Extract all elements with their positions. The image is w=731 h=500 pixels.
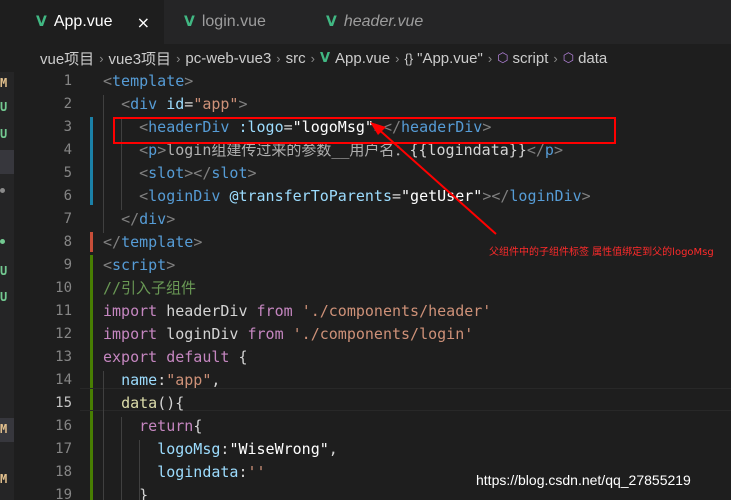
line-number: 19 — [55, 487, 72, 500]
chevron-right-icon: › — [276, 50, 281, 66]
vue-file-icon: V — [326, 14, 337, 30]
code-line-6: <loginDiv @transferToParents="getUser"><… — [139, 187, 591, 205]
line-number: 12 — [55, 326, 72, 342]
tab-app-vue[interactable]: V App.vue × — [0, 0, 164, 44]
code-line-9: <script> — [103, 256, 176, 274]
watermark: https://blog.csdn.net/qq_27855219 — [476, 472, 691, 488]
code-line-17: logoMsg:"WiseWrong", — [157, 440, 338, 458]
module-icon: {} — [404, 50, 414, 66]
line-number: 14 — [55, 372, 72, 388]
breadcrumb-item[interactable]: App.vue — [335, 50, 390, 67]
line-number: 17 — [55, 441, 72, 457]
line-number: 13 — [55, 349, 72, 365]
git-status-badge: M — [0, 422, 8, 436]
tab-label: login.vue — [201, 13, 266, 30]
breadcrumb-item[interactable]: "App.vue" — [417, 50, 483, 67]
line-number: 7 — [63, 211, 72, 227]
close-icon[interactable]: × — [137, 13, 150, 32]
code-line-14: name:"app", — [121, 371, 221, 389]
line-number: 3 — [63, 119, 72, 135]
git-status-badge: U — [0, 290, 8, 304]
chevron-right-icon: › — [310, 50, 315, 66]
line-number-current: 15 — [55, 395, 72, 411]
code-line-18: logindata:'' — [157, 463, 266, 481]
method-icon: ⬡ — [562, 50, 575, 65]
explorer-edge: M U U U U M M — [0, 72, 14, 500]
line-number: 9 — [63, 257, 72, 273]
tab-header-vue[interactable]: V header.vue — [316, 0, 466, 44]
code-line-10: //引入子组件 — [103, 279, 197, 297]
line-number: 2 — [63, 96, 72, 112]
tab-label: App.vue — [53, 13, 113, 30]
code-line-2: <div id="app"> — [121, 95, 248, 113]
dot-icon — [0, 188, 5, 193]
line-number: 1 — [63, 73, 72, 89]
line-number: 16 — [55, 418, 72, 434]
annotation-note: 父组件中的子组件标签 属性值绑定到父的logoMsg — [489, 247, 714, 258]
breadcrumb: vue项目 › vue3项目 › pc-web-vue3 › src › V A… — [0, 44, 731, 72]
chevron-right-icon: › — [395, 50, 400, 66]
chevron-right-icon: › — [176, 50, 181, 66]
code-line-12: import loginDiv from './components/login… — [103, 325, 474, 343]
vue-file-icon: V — [319, 50, 331, 66]
line-number: 6 — [63, 188, 72, 204]
breadcrumb-item[interactable]: script — [513, 50, 549, 67]
tab-label: header.vue — [343, 13, 424, 30]
annotation-highlight-box — [113, 117, 616, 144]
git-status-badge: U — [0, 264, 8, 278]
git-status-badge: U — [0, 127, 8, 141]
code-line-11: import headerDiv from './components/head… — [103, 302, 492, 320]
line-number: 10 — [55, 280, 72, 296]
chevron-right-icon: › — [487, 50, 493, 66]
breadcrumb-item[interactable]: data — [578, 50, 607, 67]
code-line-16: return{ — [139, 417, 203, 435]
vue-file-icon: V — [184, 14, 195, 30]
code-line-5: <slot></slot> — [139, 164, 257, 182]
breadcrumb-item[interactable]: src — [286, 50, 306, 67]
git-status-badge: M — [0, 472, 8, 486]
code-line-1: <template> — [103, 72, 194, 90]
code-line-19: } — [139, 486, 149, 500]
code-line-13: export default { — [103, 348, 248, 366]
code-line-8: </template> — [103, 233, 203, 251]
vue-file-icon: V — [36, 14, 47, 30]
breadcrumb-item[interactable]: vue项目 — [40, 48, 94, 69]
line-number: 5 — [63, 165, 72, 181]
breadcrumb-item[interactable]: pc-web-vue3 — [185, 50, 271, 67]
line-number: 11 — [55, 303, 72, 319]
dot-icon — [0, 239, 5, 244]
chevron-right-icon: › — [553, 50, 558, 66]
line-number-gutter: 1 2 3 4 5 6 7 8 9 10 11 12 13 14 15 16 1… — [14, 72, 93, 500]
git-status-badge: M — [0, 76, 8, 90]
git-status-badge: U — [0, 100, 8, 114]
line-number: 4 — [63, 142, 72, 158]
chevron-right-icon: › — [99, 50, 104, 66]
editor-tab-bar: V App.vue × V login.vue V header.vue — [0, 0, 731, 44]
tab-login-vue[interactable]: V login.vue — [164, 0, 316, 44]
breadcrumb-item[interactable]: vue3项目 — [109, 48, 172, 69]
code-line-15: data(){ — [121, 394, 185, 412]
line-number: 18 — [55, 464, 72, 480]
explorer-selected-row[interactable] — [0, 150, 14, 174]
code-line-7: </div> — [121, 210, 176, 228]
line-number: 8 — [63, 234, 72, 250]
symbol-icon: ⬡ — [497, 50, 509, 65]
